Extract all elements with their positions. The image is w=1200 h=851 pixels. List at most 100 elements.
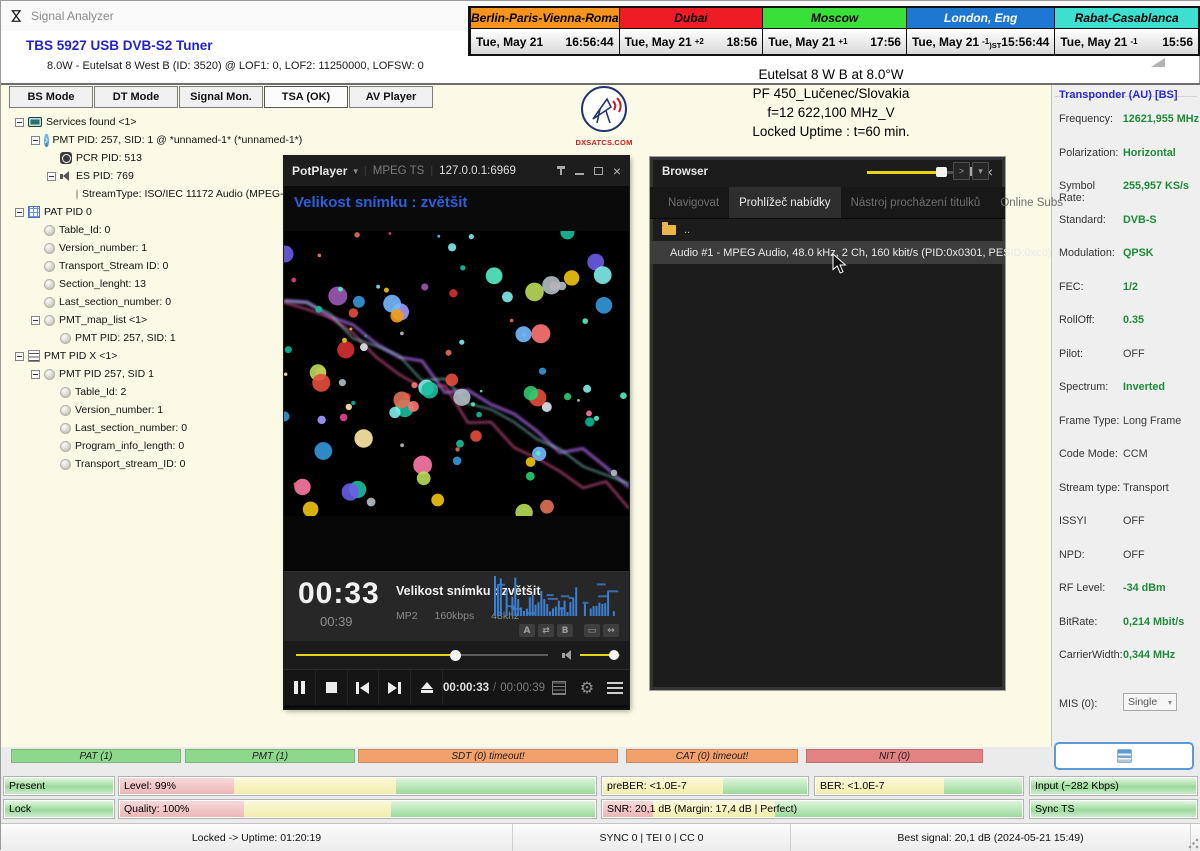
player-osd-area: Velikost snímku : zvětšit — [284, 186, 629, 231]
field-label: Frame Type: — [1059, 415, 1123, 427]
tree-item[interactable]: Version_number: 1 — [13, 401, 285, 419]
volume-icon[interactable] — [562, 649, 574, 661]
tree-item[interactable]: Section_lenght: 13 — [13, 275, 285, 293]
seek-thumb[interactable] — [450, 650, 461, 661]
video-area[interactable] — [284, 231, 629, 516]
previous-button[interactable] — [348, 670, 380, 705]
tree-item[interactable]: PMT PID X <1> — [13, 347, 285, 365]
total-time: 00:39 — [320, 614, 353, 629]
slider-thumb[interactable] — [936, 167, 947, 177]
volume-thumb[interactable] — [609, 650, 619, 660]
level-gauge: Level: 99% — [118, 776, 597, 796]
tree-collapse-icon[interactable] — [15, 352, 24, 361]
repeat-icon[interactable]: ⇄ — [538, 624, 554, 637]
potplayer-titlebar[interactable]: PotPlayer ▾ | MPEG TS | 127.0.0.1:6969 × — [284, 156, 629, 186]
satellite-dish-icon — [577, 85, 631, 135]
audio-track-item[interactable]: Audio #1 - MPEG Audio, 48.0 kHz, 2 Ch, 1… — [650, 241, 1005, 264]
eject-button[interactable] — [411, 670, 443, 705]
tree-collapse-icon[interactable] — [15, 118, 24, 127]
tree-item[interactable]: Version_number: 1 — [13, 239, 285, 257]
menu-button[interactable] — [601, 670, 629, 705]
tree-item-label: Section_lenght: 13 — [59, 278, 146, 290]
tree-item[interactable]: PCR PID: 513 — [13, 149, 285, 167]
tree-item[interactable]: PMT PID: 257, SID: 1 @ *unnamed-1* (*unn… — [13, 131, 285, 149]
mode-tab-button[interactable]: TSA (OK) — [264, 86, 348, 108]
tree-item[interactable]: PMT PID: 257, SID: 1 — [13, 329, 285, 347]
transponder-field: Frequency: 12621,955 MHz — [1059, 113, 1199, 147]
tree-item[interactable]: PMT PID 257, SID 1 — [13, 365, 285, 383]
maximize-icon[interactable] — [594, 167, 603, 175]
tree-collapse-icon[interactable] — [15, 208, 24, 217]
transponder-field: Pilot: OFF — [1059, 348, 1199, 382]
tree-item[interactable]: Last_section_number: 0 — [13, 293, 285, 311]
close-icon[interactable]: × — [613, 166, 621, 176]
tree-item[interactable]: Transport_Stream ID: 0 — [13, 257, 285, 275]
browser-opacity-slider[interactable] — [867, 171, 957, 174]
tree-item[interactable]: StreamType: ISO/IEC 11172 Audio (MPEG-1)… — [13, 185, 285, 203]
tree-item-icon — [44, 279, 55, 290]
stop-button[interactable] — [316, 670, 348, 705]
tree-collapse-icon[interactable] — [31, 136, 40, 145]
tree-item-icon — [44, 315, 55, 326]
tree-item-icon — [60, 387, 71, 398]
tree-item[interactable]: Table_Id: 0 — [13, 221, 285, 239]
tree-item[interactable]: PMT_map_list <1> — [13, 311, 285, 329]
browser-tab[interactable]: Navigovat — [658, 187, 729, 218]
mode-tab-button[interactable]: BS Mode — [9, 86, 93, 108]
potplayer-menu[interactable]: PotPlayer — [292, 164, 347, 178]
browser-tab[interactable]: Prohlížeč nabídky — [729, 187, 840, 218]
playlist-button[interactable] — [545, 670, 573, 705]
tree-collapse-icon[interactable] — [31, 370, 40, 379]
tree-item[interactable]: Transport_stream_ID: 0 — [13, 455, 285, 473]
clock-city-name: Moscow — [763, 8, 906, 29]
minimize-icon[interactable] — [575, 173, 584, 175]
quality-gauge: Quality: 100% — [118, 799, 597, 819]
tree-item[interactable]: Table_Id: 2 — [13, 383, 285, 401]
browser-window: Browser × Navigovat Prohlížeč nabídky Ná… — [649, 156, 1006, 691]
shuffle-icon[interactable]: ↔ — [603, 624, 619, 637]
transponder-field: Standard: DVB-S — [1059, 214, 1199, 248]
field-value: Inverted — [1123, 381, 1165, 393]
volume-bar[interactable] — [580, 654, 620, 656]
seek-bar[interactable] — [296, 654, 548, 656]
clock-time: 17:56 — [870, 35, 901, 49]
pin-icon[interactable] — [557, 166, 565, 176]
browser-tabs: Navigovat Prohlížeč nabídky Nástroj proc… — [650, 187, 1005, 219]
clock-time: 15:56:44 — [1001, 35, 1049, 49]
subtitle-icon[interactable]: ▭ — [584, 624, 600, 637]
tree-collapse-icon[interactable] — [31, 316, 40, 325]
marker-b-button[interactable]: B — [557, 624, 573, 637]
tree-item[interactable]: ES PID: 769 — [13, 167, 285, 185]
seek-fill — [296, 654, 455, 656]
tree-item[interactable]: Last_section_number: 0 — [13, 419, 285, 437]
marker-a-button[interactable]: A — [519, 624, 535, 637]
mode-tab-button[interactable]: AV Player — [349, 86, 433, 108]
mis-select[interactable]: Single ▾ — [1123, 693, 1177, 711]
settings-button[interactable]: ⚙ — [573, 670, 601, 705]
field-value: -34 dBm — [1123, 582, 1166, 594]
parent-directory-row[interactable]: .. — [650, 219, 1005, 241]
tree-item-label: Services found <1> — [46, 116, 136, 128]
tree-collapse-icon[interactable] — [47, 172, 56, 181]
tree-item-icon — [44, 297, 55, 308]
browser-titlebar[interactable]: Browser × — [650, 157, 1005, 187]
browser-tab[interactable]: Nástroj procházení titulků — [841, 187, 991, 218]
tree-item[interactable]: Services found <1> — [13, 113, 285, 131]
resize-grip[interactable] — [1188, 838, 1199, 849]
clock-city-column: Berlin-Paris-Vienna-Roma Tue, May 21 16:… — [470, 8, 619, 54]
clock-utc-offset: +2 — [695, 37, 704, 46]
tab-dropdown-icon[interactable]: ▾ — [972, 162, 989, 180]
satellite-info-line: PF 450_Lučenec/Slovakia — [621, 84, 1041, 103]
tab-scroll-right-icon[interactable]: > — [953, 162, 970, 180]
mode-tab-button[interactable]: DT Mode — [94, 86, 178, 108]
browser-title: Browser — [662, 166, 708, 178]
tree-item[interactable]: PAT PID 0 — [13, 203, 285, 221]
tree-item-icon — [44, 261, 55, 272]
mode-tab-button[interactable]: Signal Mon. — [179, 86, 263, 108]
tree-item[interactable]: Program_info_length: 0 — [13, 437, 285, 455]
pause-button[interactable] — [284, 670, 316, 705]
next-button[interactable] — [379, 670, 411, 705]
field-label: Pilot: — [1059, 348, 1123, 360]
browser-tab[interactable]: Online Subs — [990, 187, 1073, 218]
field-value: OFF — [1123, 348, 1145, 360]
